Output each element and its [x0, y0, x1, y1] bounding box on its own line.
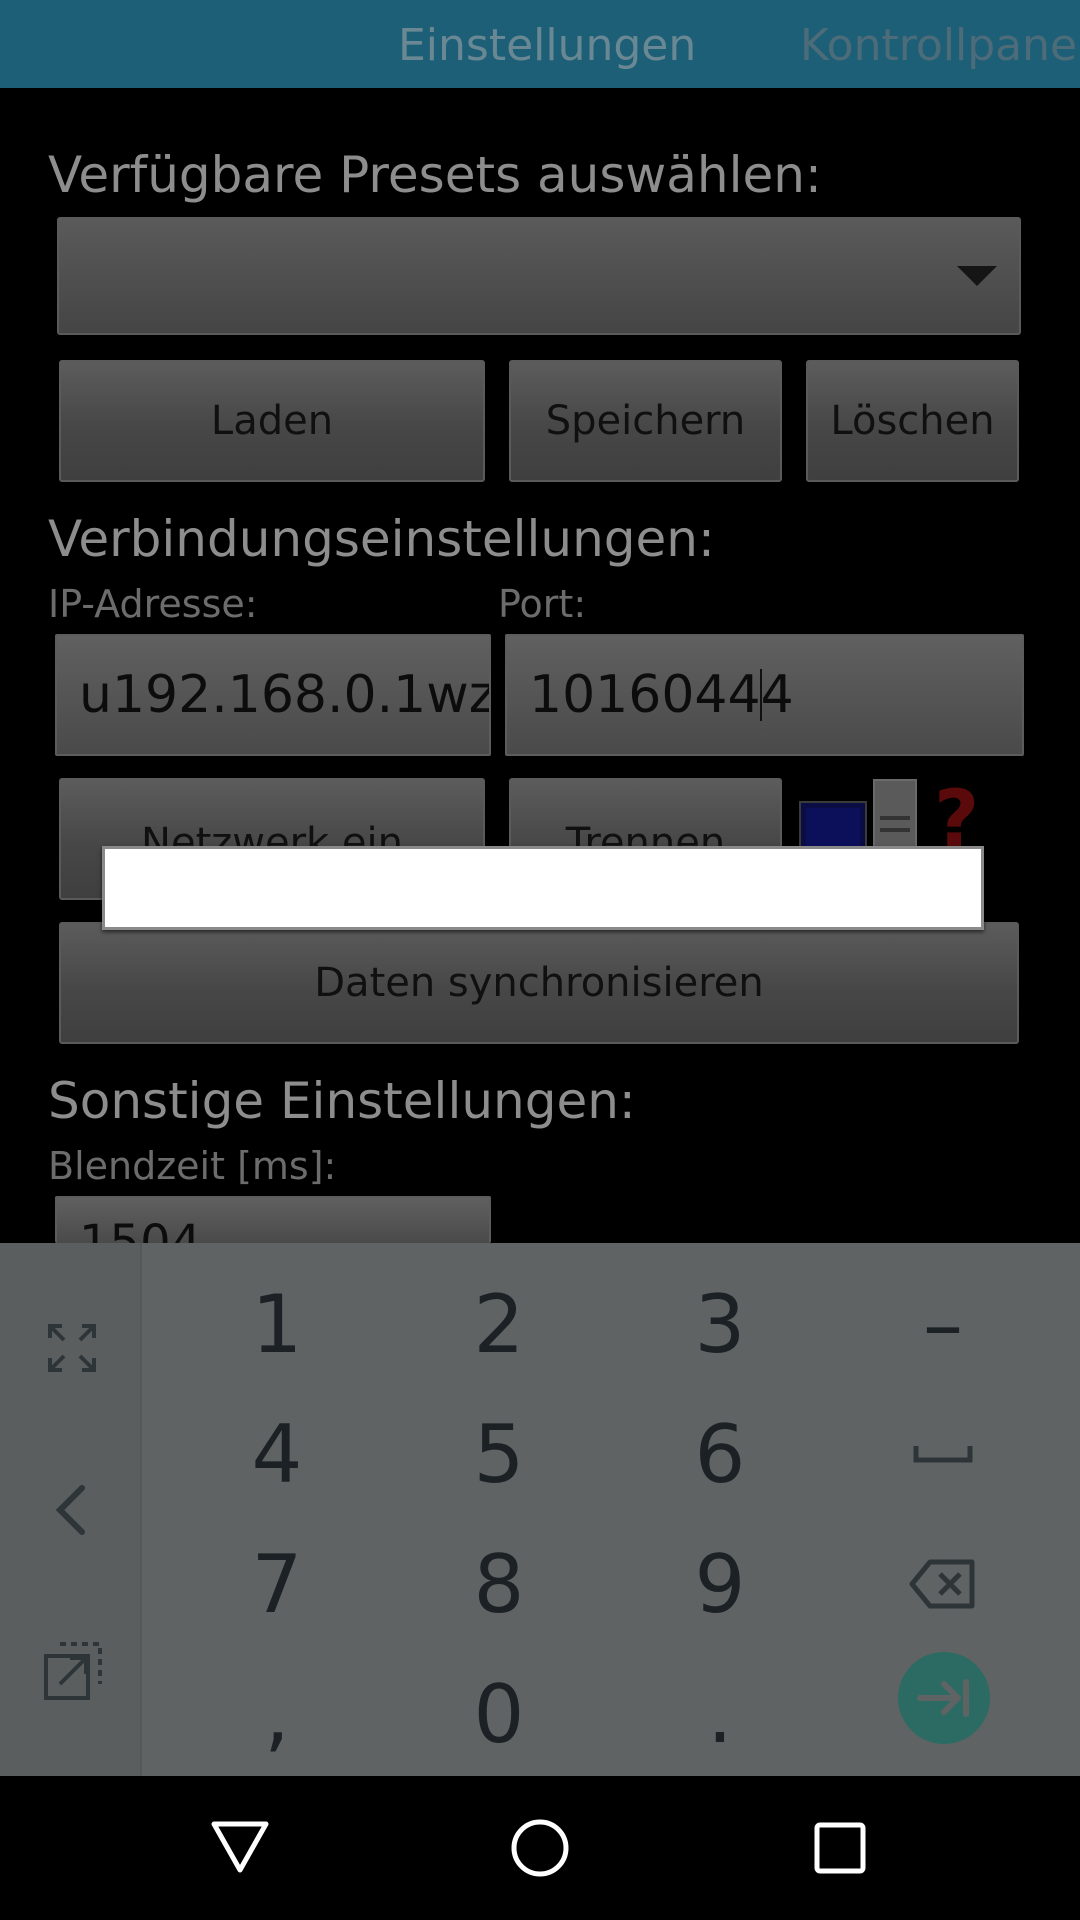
blend-time-value: 1504 — [79, 1215, 202, 1243]
svg-text:?: ? — [934, 776, 979, 854]
port-label: Port: — [498, 582, 587, 626]
network-unknown-icon: ? — [796, 775, 996, 865]
key-9[interactable]: 9 — [630, 1530, 810, 1640]
tab-next-icon[interactable] — [898, 1652, 990, 1744]
space-icon[interactable] — [913, 1444, 973, 1464]
tab-bar: Einstellungen Kontrollpanel — [0, 0, 1080, 88]
tab-kontrollpanel[interactable]: Kontrollpanel — [800, 0, 1080, 88]
tab-einstellungen[interactable]: Einstellungen — [398, 0, 696, 88]
key-0[interactable]: 0 — [409, 1660, 589, 1770]
connection-heading: Verbindungseinstellungen: — [48, 510, 715, 568]
ip-address-field[interactable]: u192.168.0.1wz — [55, 634, 491, 756]
blend-time-field[interactable]: 1504 — [55, 1196, 491, 1243]
key-7[interactable]: 7 — [187, 1530, 367, 1640]
key-2[interactable]: 2 — [409, 1270, 589, 1380]
presets-heading: Verfügbare Presets auswählen: — [48, 146, 822, 204]
blend-time-label: Blendzeit [ms]: — [48, 1144, 337, 1188]
key-3[interactable]: 3 — [630, 1270, 810, 1380]
back-arrow-icon[interactable] — [50, 1482, 90, 1538]
key-8[interactable]: 8 — [409, 1530, 589, 1640]
port-value-end: 4 — [760, 665, 794, 725]
key-1[interactable]: 1 — [187, 1270, 367, 1380]
fullscreen-icon[interactable] — [46, 1322, 98, 1374]
key-6[interactable]: 6 — [630, 1400, 810, 1510]
preset-dropdown[interactable] — [57, 217, 1021, 335]
key-comma[interactable]: , — [187, 1660, 367, 1770]
recents-square-icon[interactable] — [814, 1822, 866, 1874]
navigation-bar — [0, 1776, 1080, 1920]
port-field[interactable]: 1016044 4 — [505, 634, 1024, 756]
key-5[interactable]: 5 — [409, 1400, 589, 1510]
load-button[interactable]: Laden — [59, 360, 485, 482]
save-button[interactable]: Speichern — [509, 360, 782, 482]
other-settings-heading: Sonstige Einstellungen: — [48, 1072, 636, 1130]
delete-button[interactable]: Löschen — [806, 360, 1019, 482]
ip-label: IP-Adresse: — [48, 582, 258, 626]
backspace-icon[interactable] — [908, 1558, 978, 1610]
popup-dialog — [102, 846, 984, 930]
back-triangle-icon[interactable] — [210, 1818, 270, 1874]
chevron-down-icon — [957, 266, 997, 286]
sync-data-button[interactable]: Daten synchronisieren — [59, 922, 1019, 1044]
ip-address-value: u192.168.0.1wz — [79, 665, 491, 725]
home-circle-icon[interactable] — [510, 1818, 570, 1878]
key-4[interactable]: 4 — [187, 1400, 367, 1510]
key-period[interactable]: . — [630, 1660, 810, 1770]
key-minus[interactable]: – — [853, 1270, 1033, 1380]
popout-icon[interactable] — [42, 1640, 104, 1702]
port-value-start: 1016044 — [529, 665, 761, 725]
